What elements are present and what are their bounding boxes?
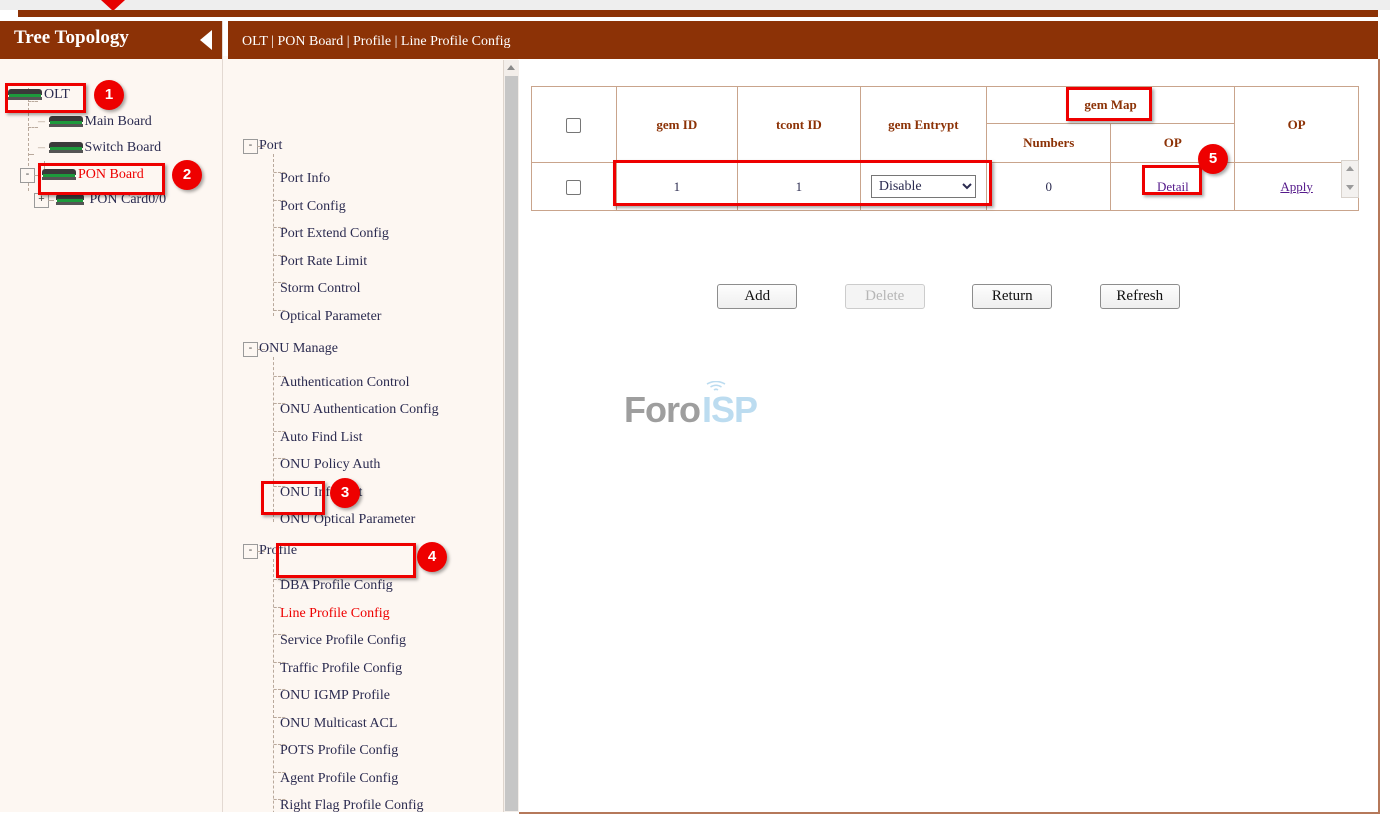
menu-item-line-profile-config[interactable]: Line Profile Config — [280, 606, 390, 622]
menu-item-authentication-control[interactable]: Authentication Control — [280, 375, 409, 391]
menu-item-dba-profile-config[interactable]: DBA Profile Config — [280, 578, 393, 594]
device-icon — [49, 142, 83, 153]
annotation-badge-4: 4 — [417, 542, 447, 572]
breadcrumb: OLT | PON Board | Profile | Line Profile… — [242, 34, 511, 50]
menu-item-port-rate-limit[interactable]: Port Rate Limit — [280, 254, 367, 270]
menu-scrollbar-thumb[interactable] — [505, 76, 518, 811]
tree-expander-pon-card[interactable]: + — [34, 193, 49, 208]
device-icon — [42, 169, 76, 180]
menu-item-pots-profile-config[interactable]: POTS Profile Config — [280, 743, 398, 759]
caret-left-icon[interactable] — [200, 30, 212, 50]
header-op: OP — [1235, 87, 1359, 163]
menu-item-onu-multicast-acl[interactable]: ONU Multicast ACL — [280, 716, 397, 732]
content-area: Foro ISP gem ID tcont ID gem Entrypt gem… — [519, 59, 1380, 814]
menu-group-onu-manage[interactable]: ONU Manage — [259, 341, 338, 357]
cell-gem-map-numbers: 0 — [987, 163, 1111, 211]
top-brand-bar — [18, 10, 1378, 17]
tree-node-label: PON Board — [78, 167, 144, 182]
top-strip — [0, 0, 1390, 10]
cell-gem-id: 1 — [616, 163, 738, 211]
row-select-cell — [532, 163, 617, 211]
select-all-checkbox[interactable] — [566, 118, 581, 133]
tree-connector — [34, 175, 40, 176]
menu-item-right-flag-profile-config[interactable]: Right Flag Profile Config — [280, 798, 424, 812]
menu-expander-onu-manage[interactable]: - — [243, 342, 258, 357]
cell-op: Apply — [1235, 163, 1359, 211]
tab-strip-right — [228, 21, 1378, 29]
header-gem-map-numbers: Numbers — [987, 124, 1111, 163]
menu-scrollbar[interactable] — [503, 60, 519, 812]
menu-item-service-profile-config[interactable]: Service Profile Config — [280, 633, 406, 649]
scroll-down-icon[interactable] — [1346, 185, 1354, 190]
navigation-menu-panel: - Port --- Port Info --- Port Config ---… — [223, 56, 518, 812]
scroll-up-icon[interactable] — [504, 60, 519, 74]
action-button-row: Add Delete Return Refresh — [519, 284, 1378, 309]
return-button[interactable]: Return — [972, 284, 1052, 309]
tree-node-label: PON Card0/0 — [90, 192, 167, 207]
menu-item-port-info[interactable]: Port Info — [280, 171, 330, 187]
menu-group-port[interactable]: Port — [259, 138, 282, 154]
content-header: OLT | PON Board | Profile | Line Profile… — [228, 29, 1378, 59]
device-icon — [8, 89, 42, 100]
line-profile-table: gem ID tcont ID gem Entrypt gem Map OP N… — [531, 86, 1359, 211]
tree-connector — [48, 200, 54, 201]
detail-link[interactable]: Detail — [1157, 179, 1189, 194]
menu-item-port-config[interactable]: Port Config — [280, 199, 346, 215]
menu-item-traffic-profile-config[interactable]: Traffic Profile Config — [280, 661, 402, 677]
tree-node-olt[interactable]: OLT — [8, 87, 70, 103]
menu-expander-port[interactable]: - — [243, 139, 258, 154]
row-checkbox[interactable] — [566, 180, 581, 195]
tree-node-label: Main Board — [85, 114, 152, 129]
device-icon — [56, 194, 84, 205]
tree-node-label: Switch Board — [85, 140, 162, 155]
header-tcont-id: tcont ID — [738, 87, 861, 163]
table-row-scrollbar[interactable] — [1341, 160, 1359, 198]
menu-item-onu-policy-auth[interactable]: ONU Policy Auth — [280, 457, 380, 473]
header-gem-id: gem ID — [616, 87, 738, 163]
tree-connector — [28, 154, 34, 155]
tree-connector — [28, 127, 38, 128]
select-all-cell — [532, 87, 617, 163]
menu-item-storm-control[interactable]: Storm Control — [280, 281, 361, 297]
refresh-button[interactable]: Refresh — [1100, 284, 1180, 309]
tree-node-label: OLT — [44, 87, 70, 102]
menu-expander-profile[interactable]: - — [243, 544, 258, 559]
tree-topology-title: Tree Topology — [14, 27, 129, 49]
menu-item-optical-parameter[interactable]: Optical Parameter — [280, 309, 381, 325]
menu-item-port-extend-config[interactable]: Port Extend Config — [280, 226, 389, 242]
menu-item-onu-authentication-config[interactable]: ONU Authentication Config — [280, 402, 439, 418]
menu-item-auto-find-list[interactable]: Auto Find List — [280, 430, 362, 446]
header-gem-entrypt: gem Entrypt — [860, 87, 986, 163]
menu-item-onu-igmp-profile[interactable]: ONU IGMP Profile — [280, 688, 390, 704]
tree-topology-panel: Tree Topology OLT – Main Board – Switch … — [0, 21, 223, 812]
annotation-badge-5: 5 — [1198, 144, 1228, 174]
watermark-text-isp: ISP — [702, 389, 757, 431]
annotation-badge-3: 3 — [330, 478, 360, 508]
tree-node-pon-card[interactable]: PON Card0/0 — [56, 192, 166, 208]
table-header-row: gem ID tcont ID gem Entrypt gem Map OP — [532, 87, 1359, 124]
tree-topology-header: Tree Topology — [0, 21, 222, 59]
table-row: 1 1 Disable Enable 0 Detail Apply — [532, 163, 1359, 211]
scroll-up-icon[interactable] — [1346, 166, 1354, 171]
add-button[interactable]: Add — [717, 284, 797, 309]
tree-expander-pon-board[interactable]: - — [20, 168, 35, 183]
watermark-text-foro: Foro — [624, 389, 700, 431]
header-gem-map: gem Map — [987, 87, 1235, 124]
menu-item-agent-profile-config[interactable]: Agent Profile Config — [280, 771, 398, 787]
cell-tcont-id: 1 — [738, 163, 861, 211]
gem-entrypt-select[interactable]: Disable Enable — [871, 175, 976, 198]
tree-node-switch-board[interactable]: – Switch Board — [38, 140, 161, 156]
tree-node-main-board[interactable]: – Main Board — [38, 114, 152, 130]
menu-item-onu-optical-parameter[interactable]: ONU Optical Parameter — [280, 512, 415, 528]
annotation-badge-2: 2 — [172, 160, 202, 190]
delete-button: Delete — [845, 284, 925, 309]
apply-link[interactable]: Apply — [1280, 179, 1313, 194]
tree-node-pon-board[interactable]: PON Board — [42, 167, 144, 183]
foroisp-watermark: Foro ISP — [624, 379, 774, 439]
menu-group-profile[interactable]: Profile — [259, 543, 297, 559]
annotation-badge-1: 1 — [94, 80, 124, 110]
device-icon — [49, 116, 83, 127]
cell-gem-entrypt: Disable Enable — [860, 163, 986, 211]
